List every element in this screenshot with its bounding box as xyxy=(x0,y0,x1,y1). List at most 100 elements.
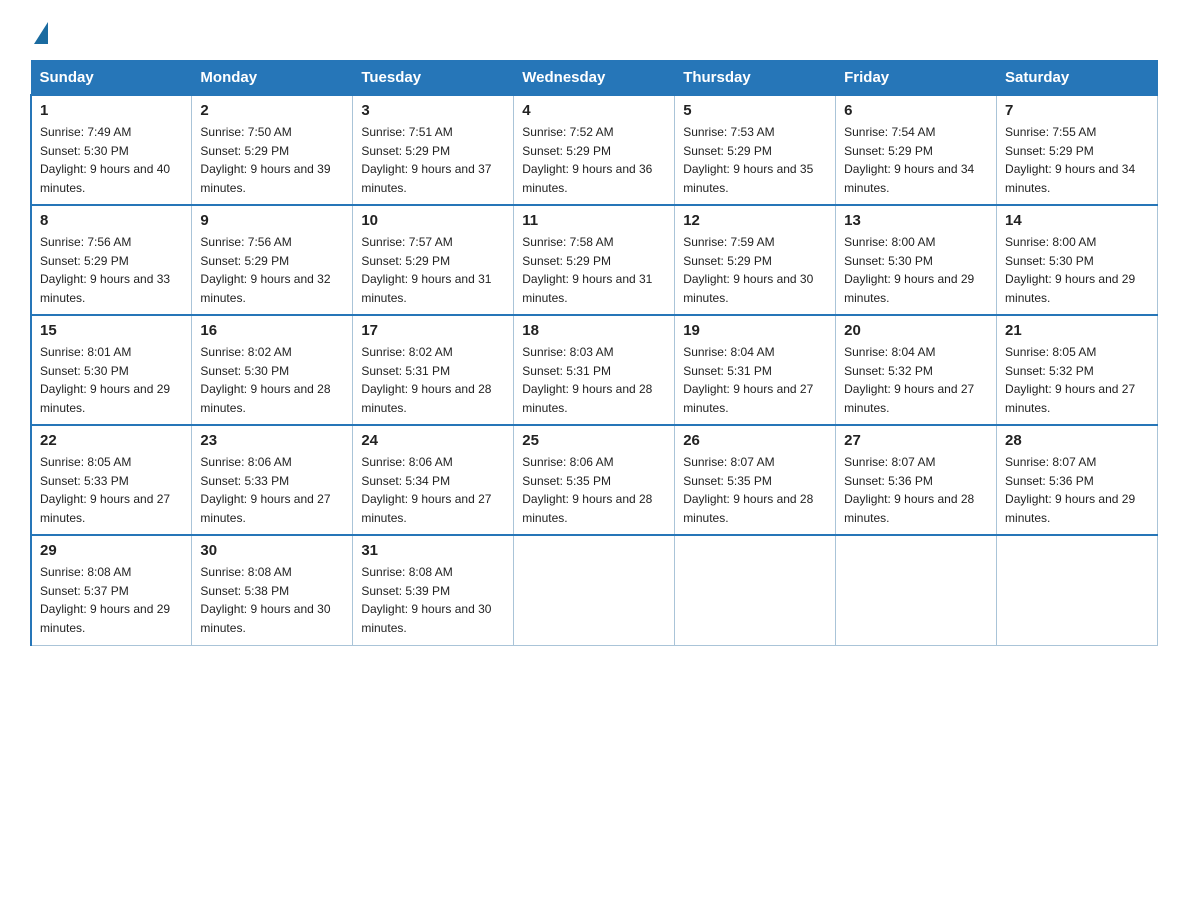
day-info: Sunrise: 7:50 AMSunset: 5:29 PMDaylight:… xyxy=(200,123,344,197)
header-monday: Monday xyxy=(192,61,353,96)
day-number: 26 xyxy=(683,432,827,449)
header-saturday: Saturday xyxy=(997,61,1158,96)
calendar-cell: 10 Sunrise: 7:57 AMSunset: 5:29 PMDaylig… xyxy=(353,205,514,315)
day-info: Sunrise: 8:08 AMSunset: 5:38 PMDaylight:… xyxy=(200,563,344,637)
day-info: Sunrise: 8:04 AMSunset: 5:31 PMDaylight:… xyxy=(683,343,827,417)
day-info: Sunrise: 7:56 AMSunset: 5:29 PMDaylight:… xyxy=(40,233,183,307)
day-number: 23 xyxy=(200,432,344,449)
calendar-cell: 5 Sunrise: 7:53 AMSunset: 5:29 PMDayligh… xyxy=(675,95,836,205)
calendar-cell: 24 Sunrise: 8:06 AMSunset: 5:34 PMDaylig… xyxy=(353,425,514,535)
calendar-cell: 2 Sunrise: 7:50 AMSunset: 5:29 PMDayligh… xyxy=(192,95,353,205)
day-info: Sunrise: 8:08 AMSunset: 5:39 PMDaylight:… xyxy=(361,563,505,637)
day-info: Sunrise: 7:59 AMSunset: 5:29 PMDaylight:… xyxy=(683,233,827,307)
day-info: Sunrise: 8:05 AMSunset: 5:33 PMDaylight:… xyxy=(40,453,183,527)
day-info: Sunrise: 8:02 AMSunset: 5:30 PMDaylight:… xyxy=(200,343,344,417)
calendar-cell xyxy=(997,535,1158,645)
day-number: 14 xyxy=(1005,212,1149,229)
day-info: Sunrise: 8:07 AMSunset: 5:36 PMDaylight:… xyxy=(844,453,988,527)
calendar-cell: 4 Sunrise: 7:52 AMSunset: 5:29 PMDayligh… xyxy=(514,95,675,205)
day-number: 24 xyxy=(361,432,505,449)
calendar-cell: 13 Sunrise: 8:00 AMSunset: 5:30 PMDaylig… xyxy=(836,205,997,315)
day-info: Sunrise: 8:06 AMSunset: 5:34 PMDaylight:… xyxy=(361,453,505,527)
header-thursday: Thursday xyxy=(675,61,836,96)
day-number: 4 xyxy=(522,102,666,119)
day-number: 3 xyxy=(361,102,505,119)
page-header xyxy=(30,20,1158,44)
calendar-cell: 16 Sunrise: 8:02 AMSunset: 5:30 PMDaylig… xyxy=(192,315,353,425)
day-info: Sunrise: 7:51 AMSunset: 5:29 PMDaylight:… xyxy=(361,123,505,197)
day-number: 7 xyxy=(1005,102,1149,119)
week-row: 22 Sunrise: 8:05 AMSunset: 5:33 PMDaylig… xyxy=(31,425,1158,535)
day-number: 2 xyxy=(200,102,344,119)
day-number: 31 xyxy=(361,542,505,559)
day-info: Sunrise: 7:54 AMSunset: 5:29 PMDaylight:… xyxy=(844,123,988,197)
day-info: Sunrise: 8:04 AMSunset: 5:32 PMDaylight:… xyxy=(844,343,988,417)
calendar-cell: 6 Sunrise: 7:54 AMSunset: 5:29 PMDayligh… xyxy=(836,95,997,205)
calendar-cell: 17 Sunrise: 8:02 AMSunset: 5:31 PMDaylig… xyxy=(353,315,514,425)
calendar-cell: 25 Sunrise: 8:06 AMSunset: 5:35 PMDaylig… xyxy=(514,425,675,535)
calendar-cell: 7 Sunrise: 7:55 AMSunset: 5:29 PMDayligh… xyxy=(997,95,1158,205)
calendar-cell: 20 Sunrise: 8:04 AMSunset: 5:32 PMDaylig… xyxy=(836,315,997,425)
weekday-header-row: SundayMondayTuesdayWednesdayThursdayFrid… xyxy=(31,61,1158,96)
day-info: Sunrise: 8:00 AMSunset: 5:30 PMDaylight:… xyxy=(1005,233,1149,307)
header-friday: Friday xyxy=(836,61,997,96)
day-info: Sunrise: 8:00 AMSunset: 5:30 PMDaylight:… xyxy=(844,233,988,307)
day-number: 12 xyxy=(683,212,827,229)
day-info: Sunrise: 8:07 AMSunset: 5:35 PMDaylight:… xyxy=(683,453,827,527)
day-number: 15 xyxy=(40,322,183,339)
day-info: Sunrise: 8:03 AMSunset: 5:31 PMDaylight:… xyxy=(522,343,666,417)
day-number: 25 xyxy=(522,432,666,449)
day-number: 20 xyxy=(844,322,988,339)
day-number: 10 xyxy=(361,212,505,229)
day-number: 6 xyxy=(844,102,988,119)
calendar-cell: 18 Sunrise: 8:03 AMSunset: 5:31 PMDaylig… xyxy=(514,315,675,425)
calendar-cell: 19 Sunrise: 8:04 AMSunset: 5:31 PMDaylig… xyxy=(675,315,836,425)
day-number: 5 xyxy=(683,102,827,119)
week-row: 1 Sunrise: 7:49 AMSunset: 5:30 PMDayligh… xyxy=(31,95,1158,205)
calendar-cell: 22 Sunrise: 8:05 AMSunset: 5:33 PMDaylig… xyxy=(31,425,192,535)
day-number: 28 xyxy=(1005,432,1149,449)
calendar-cell: 31 Sunrise: 8:08 AMSunset: 5:39 PMDaylig… xyxy=(353,535,514,645)
calendar-cell: 12 Sunrise: 7:59 AMSunset: 5:29 PMDaylig… xyxy=(675,205,836,315)
calendar-cell: 14 Sunrise: 8:00 AMSunset: 5:30 PMDaylig… xyxy=(997,205,1158,315)
day-info: Sunrise: 7:53 AMSunset: 5:29 PMDaylight:… xyxy=(683,123,827,197)
day-info: Sunrise: 7:49 AMSunset: 5:30 PMDaylight:… xyxy=(40,123,183,197)
calendar-cell: 9 Sunrise: 7:56 AMSunset: 5:29 PMDayligh… xyxy=(192,205,353,315)
day-number: 8 xyxy=(40,212,183,229)
day-number: 29 xyxy=(40,542,183,559)
calendar-cell: 28 Sunrise: 8:07 AMSunset: 5:36 PMDaylig… xyxy=(997,425,1158,535)
calendar-cell xyxy=(836,535,997,645)
header-sunday: Sunday xyxy=(31,61,192,96)
day-info: Sunrise: 8:06 AMSunset: 5:33 PMDaylight:… xyxy=(200,453,344,527)
calendar-table: SundayMondayTuesdayWednesdayThursdayFrid… xyxy=(30,60,1158,646)
logo xyxy=(30,20,52,44)
calendar-cell xyxy=(675,535,836,645)
day-info: Sunrise: 7:52 AMSunset: 5:29 PMDaylight:… xyxy=(522,123,666,197)
calendar-cell: 3 Sunrise: 7:51 AMSunset: 5:29 PMDayligh… xyxy=(353,95,514,205)
day-number: 19 xyxy=(683,322,827,339)
week-row: 15 Sunrise: 8:01 AMSunset: 5:30 PMDaylig… xyxy=(31,315,1158,425)
day-info: Sunrise: 7:56 AMSunset: 5:29 PMDaylight:… xyxy=(200,233,344,307)
day-info: Sunrise: 8:02 AMSunset: 5:31 PMDaylight:… xyxy=(361,343,505,417)
calendar-cell: 11 Sunrise: 7:58 AMSunset: 5:29 PMDaylig… xyxy=(514,205,675,315)
header-wednesday: Wednesday xyxy=(514,61,675,96)
week-row: 29 Sunrise: 8:08 AMSunset: 5:37 PMDaylig… xyxy=(31,535,1158,645)
calendar-cell: 21 Sunrise: 8:05 AMSunset: 5:32 PMDaylig… xyxy=(997,315,1158,425)
calendar-cell: 29 Sunrise: 8:08 AMSunset: 5:37 PMDaylig… xyxy=(31,535,192,645)
calendar-cell: 15 Sunrise: 8:01 AMSunset: 5:30 PMDaylig… xyxy=(31,315,192,425)
day-number: 30 xyxy=(200,542,344,559)
header-tuesday: Tuesday xyxy=(353,61,514,96)
day-number: 18 xyxy=(522,322,666,339)
week-row: 8 Sunrise: 7:56 AMSunset: 5:29 PMDayligh… xyxy=(31,205,1158,315)
day-number: 16 xyxy=(200,322,344,339)
day-number: 27 xyxy=(844,432,988,449)
day-info: Sunrise: 8:07 AMSunset: 5:36 PMDaylight:… xyxy=(1005,453,1149,527)
day-number: 13 xyxy=(844,212,988,229)
day-info: Sunrise: 8:06 AMSunset: 5:35 PMDaylight:… xyxy=(522,453,666,527)
calendar-cell: 8 Sunrise: 7:56 AMSunset: 5:29 PMDayligh… xyxy=(31,205,192,315)
day-number: 11 xyxy=(522,212,666,229)
calendar-cell: 27 Sunrise: 8:07 AMSunset: 5:36 PMDaylig… xyxy=(836,425,997,535)
calendar-cell: 23 Sunrise: 8:06 AMSunset: 5:33 PMDaylig… xyxy=(192,425,353,535)
calendar-cell: 26 Sunrise: 8:07 AMSunset: 5:35 PMDaylig… xyxy=(675,425,836,535)
day-number: 22 xyxy=(40,432,183,449)
